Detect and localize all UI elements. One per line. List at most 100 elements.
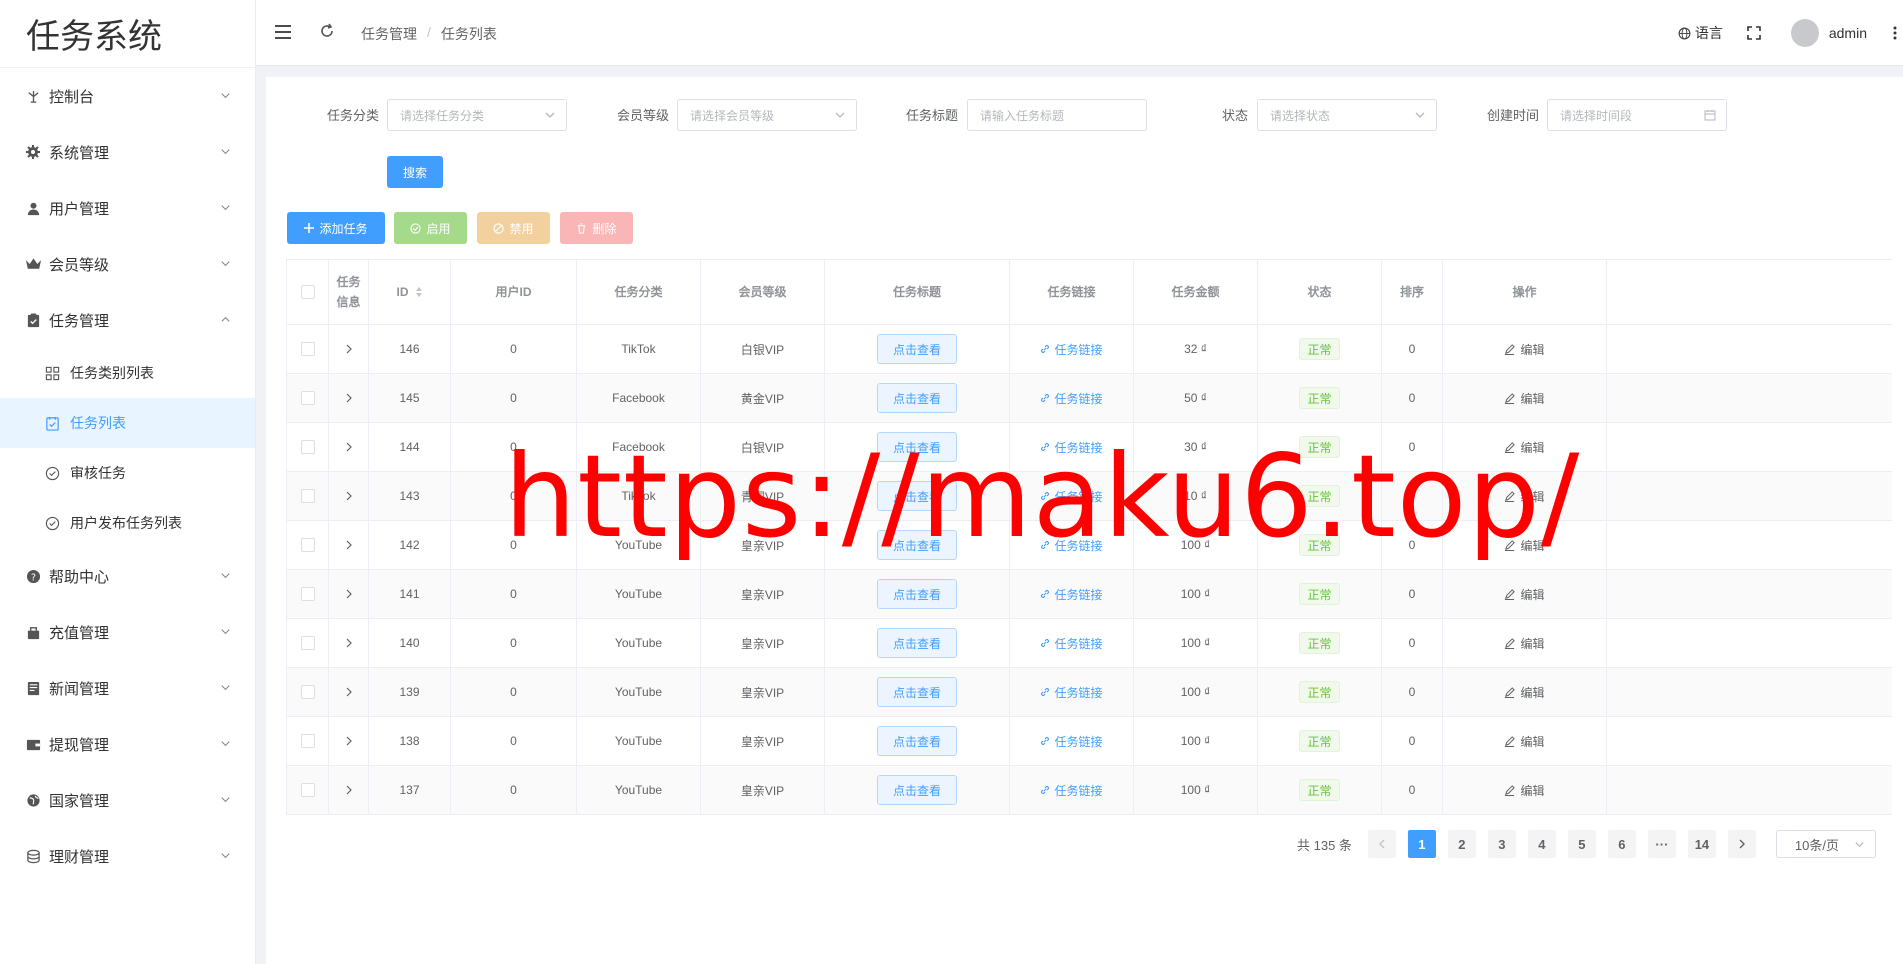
row-checkbox[interactable] xyxy=(300,587,315,601)
search-button[interactable]: 搜索 xyxy=(387,156,443,188)
view-title-button[interactable]: 点击查看 xyxy=(877,726,957,756)
task-link[interactable]: 任务链接 xyxy=(1040,635,1103,652)
next-page-button[interactable] xyxy=(1727,830,1756,858)
more-vertical-icon[interactable] xyxy=(1893,26,1897,40)
page-ellipsis[interactable]: ··· xyxy=(1647,830,1676,858)
title-input[interactable]: 请输入任务标题 xyxy=(967,99,1147,131)
cell-text-user-id: 0 xyxy=(510,685,517,699)
task-link[interactable]: 任务链接 xyxy=(1040,733,1103,750)
expand-row-icon[interactable] xyxy=(345,540,353,550)
sidebar-item[interactable]: 国家管理 xyxy=(0,772,255,828)
sidebar-subitem[interactable]: 审核任务 xyxy=(0,448,255,498)
prev-page-button[interactable] xyxy=(1367,830,1396,858)
menu-toggle-icon[interactable] xyxy=(273,22,293,42)
delete-button[interactable]: 删除 xyxy=(560,212,633,244)
page-button[interactable]: 3 xyxy=(1487,830,1516,858)
task-link[interactable]: 任务链接 xyxy=(1040,586,1103,603)
view-title-button[interactable]: 点击查看 xyxy=(877,383,957,413)
edit-button[interactable]: 编辑 xyxy=(1504,733,1545,750)
column-header: 用户ID xyxy=(451,260,577,324)
sort-icon[interactable] xyxy=(415,286,423,298)
page-button[interactable]: 1 xyxy=(1407,830,1436,858)
expand-row-icon[interactable] xyxy=(345,687,353,697)
expand-row-icon[interactable] xyxy=(345,344,353,354)
edit-button[interactable]: 编辑 xyxy=(1504,341,1545,358)
row-checkbox[interactable] xyxy=(300,391,315,405)
disable-button[interactable]: 禁用 xyxy=(477,212,550,244)
page-button[interactable]: 4 xyxy=(1527,830,1556,858)
table-cell: 编辑 xyxy=(1443,766,1607,814)
row-checkbox[interactable] xyxy=(300,440,315,454)
expand-row-icon[interactable] xyxy=(345,785,353,795)
page-button[interactable]: 2 xyxy=(1447,830,1476,858)
task-link[interactable]: 任务链接 xyxy=(1040,684,1103,701)
page-button[interactable]: 6 xyxy=(1607,830,1636,858)
task-link[interactable]: 任务链接 xyxy=(1040,782,1103,799)
check-circle-icon xyxy=(410,222,422,234)
expand-row-icon[interactable] xyxy=(345,442,353,452)
edit-button[interactable]: 编辑 xyxy=(1504,684,1545,701)
row-checkbox[interactable] xyxy=(300,685,315,699)
expand-row-icon[interactable] xyxy=(345,638,353,648)
sidebar-item[interactable]: 充值管理 xyxy=(0,604,255,660)
edit-button[interactable]: 编辑 xyxy=(1504,635,1545,652)
status-select[interactable]: 请选择状态 xyxy=(1257,99,1437,131)
sidebar-item[interactable]: ? 帮助中心 xyxy=(0,548,255,604)
language-switch[interactable]: 语言 xyxy=(1678,23,1723,43)
page-button[interactable]: 5 xyxy=(1567,830,1596,858)
sidebar-item[interactable]: 用户管理 xyxy=(0,180,255,236)
sidebar-item[interactable]: 新闻管理 xyxy=(0,660,255,716)
row-checkbox[interactable] xyxy=(300,734,315,748)
breadcrumb-item[interactable]: 任务管理 xyxy=(361,24,417,44)
sidebar-item[interactable]: 系统管理 xyxy=(0,124,255,180)
row-checkbox[interactable] xyxy=(300,783,315,797)
fullscreen-icon[interactable] xyxy=(1747,26,1761,40)
sidebar-item[interactable]: 会员等级 xyxy=(0,236,255,292)
task-link[interactable]: 任务链接 xyxy=(1040,390,1103,407)
row-checkbox[interactable] xyxy=(300,538,315,552)
page-button[interactable]: 14 xyxy=(1687,830,1716,858)
expand-row-icon[interactable] xyxy=(345,736,353,746)
expand-row-icon[interactable] xyxy=(345,491,353,501)
sidebar-item[interactable]: 任务管理 xyxy=(0,292,255,348)
sidebar-item[interactable]: 提现管理 xyxy=(0,716,255,772)
refresh-icon[interactable] xyxy=(318,22,336,40)
enable-button[interactable]: 启用 xyxy=(394,212,467,244)
created-date-range[interactable]: 请选择时间段 xyxy=(1547,99,1727,131)
sidebar-item[interactable]: 控制台 xyxy=(0,68,255,124)
select-all-checkbox[interactable] xyxy=(300,285,315,299)
view-title-button[interactable]: 点击查看 xyxy=(877,775,957,805)
edit-button[interactable]: 编辑 xyxy=(1504,586,1545,603)
row-checkbox[interactable] xyxy=(300,636,315,650)
row-checkbox[interactable] xyxy=(300,342,315,356)
category-select[interactable]: 请选择任务分类 xyxy=(387,99,567,131)
avatar[interactable] xyxy=(1790,19,1819,47)
table-cell: YouTube xyxy=(577,619,701,667)
view-title-button[interactable]: 点击查看 xyxy=(877,628,957,658)
username[interactable]: admin xyxy=(1829,25,1867,41)
category-placeholder: 请选择任务分类 xyxy=(400,108,485,123)
sidebar-subitem[interactable]: 任务列表 xyxy=(0,398,255,448)
table-cell: 点击查看 xyxy=(825,374,1010,422)
level-select[interactable]: 请选择会员等级 xyxy=(677,99,857,131)
expand-row-icon[interactable] xyxy=(345,393,353,403)
sidebar-subitem[interactable]: 用户发布任务列表 xyxy=(0,498,255,548)
column-header-sortable[interactable]: ID xyxy=(369,260,451,324)
link-icon xyxy=(1041,785,1050,795)
edit-button[interactable]: 编辑 xyxy=(1504,390,1545,407)
view-title-button[interactable]: 点击查看 xyxy=(877,334,957,364)
view-title-button[interactable]: 点击查看 xyxy=(877,677,957,707)
expand-row-icon[interactable] xyxy=(345,589,353,599)
clipboard-icon xyxy=(24,311,42,329)
edit-button[interactable]: 编辑 xyxy=(1504,782,1545,799)
sidebar-item[interactable]: 理财管理 xyxy=(0,828,255,884)
table-cell: 正常 xyxy=(1258,325,1382,373)
sidebar-subitem[interactable]: 任务类别列表 xyxy=(0,348,255,398)
task-link[interactable]: 任务链接 xyxy=(1040,341,1103,358)
svg-text:?: ? xyxy=(31,572,36,583)
add-task-button[interactable]: 添加任务 xyxy=(287,212,385,244)
view-title-button[interactable]: 点击查看 xyxy=(877,579,957,609)
table-cell: 137 xyxy=(369,766,451,814)
page-size-select[interactable]: 10条/页 xyxy=(1775,830,1876,858)
row-checkbox[interactable] xyxy=(300,489,315,503)
